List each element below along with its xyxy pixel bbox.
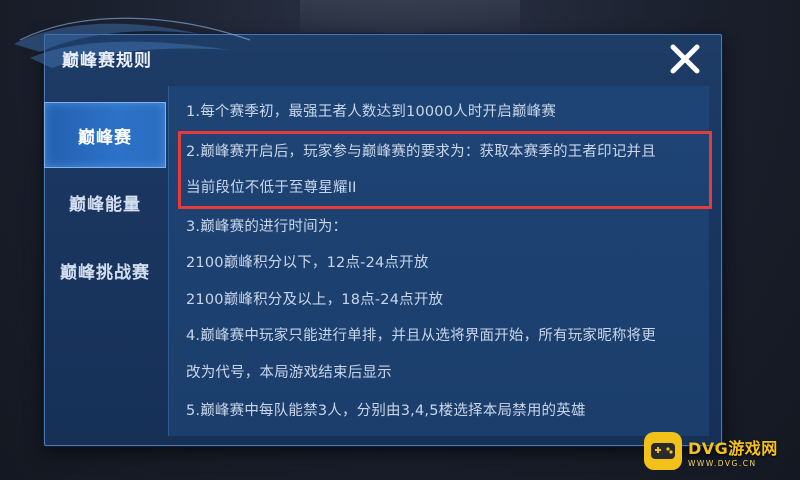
close-icon bbox=[670, 44, 700, 74]
tab-peak-challenge[interactable]: 巅峰挑战赛 bbox=[44, 238, 166, 302]
rule-line: 改为代号，本局游戏结束后显示 bbox=[186, 365, 392, 381]
tab-peak-match[interactable]: 巅峰赛 bbox=[44, 102, 166, 168]
rule-line: 3.巅峰赛的进行时间为： bbox=[186, 219, 348, 235]
close-button[interactable] bbox=[666, 40, 704, 78]
rule-line: 2100巅峰积分及以上，18点-24点开放 bbox=[186, 292, 444, 308]
rule-line: 5.巅峰赛中每队能禁3人，分别由3,4,5楼选择本局禁用的英雄 bbox=[186, 403, 586, 419]
highlight-box bbox=[178, 131, 712, 209]
rule-line: 4.巅峰赛中玩家只能进行单排，并且从选将界面开始，所有玩家昵称将更 bbox=[186, 328, 656, 344]
watermark-text: DVG游戏网 bbox=[688, 438, 778, 458]
watermark-url: WWW.DVG.CN bbox=[688, 458, 757, 468]
tab-label: 巅峰赛 bbox=[78, 127, 132, 148]
tab-peak-energy[interactable]: 巅峰能量 bbox=[44, 170, 166, 234]
rule-line: 1.每个赛季初，最强王者人数达到10000人时开启巅峰赛 bbox=[186, 104, 557, 120]
gamepad-icon bbox=[644, 432, 682, 470]
rule-line: 2100巅峰积分以下，12点-24点开放 bbox=[186, 255, 429, 271]
dialog-title: 巅峰赛规则 bbox=[62, 51, 152, 71]
sidebar: 巅峰赛 巅峰能量 巅峰挑战赛 bbox=[44, 100, 166, 444]
watermark: DVG游戏网 WWW.DVG.CN bbox=[644, 428, 794, 474]
tab-label: 巅峰能量 bbox=[69, 194, 141, 215]
tab-label: 巅峰挑战赛 bbox=[60, 262, 150, 283]
